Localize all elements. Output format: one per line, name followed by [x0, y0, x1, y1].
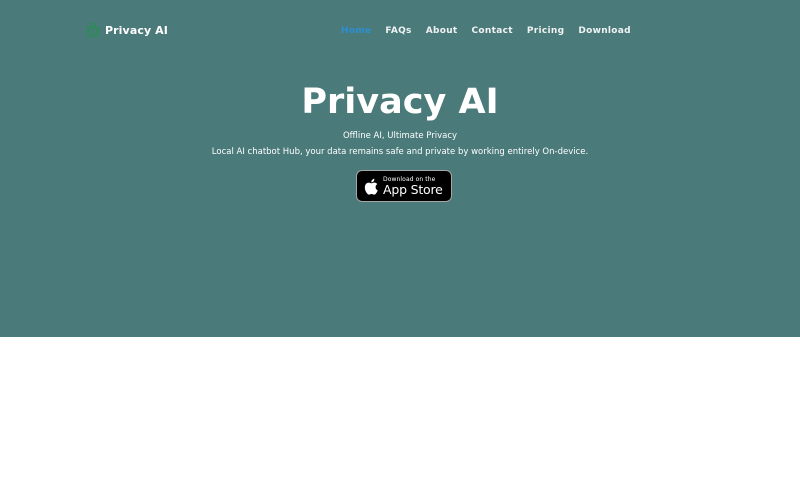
nav-item-home[interactable]: Home — [341, 24, 371, 38]
hero-title: Privacy AI — [301, 82, 499, 122]
hero-section: Privacy AI Home FAQs About Contact Prici… — [0, 0, 800, 337]
hero-subtitle: Local AI chatbot Hub, your data remains … — [211, 147, 589, 157]
brand-logo[interactable]: Privacy AI — [85, 20, 168, 40]
app-store-label: Download on the App Store — [383, 176, 443, 197]
apple-icon — [364, 178, 378, 195]
nav-item-pricing[interactable]: Pricing — [527, 24, 565, 38]
nav-item-faqs[interactable]: FAQs — [385, 24, 411, 38]
nav-item-about[interactable]: About — [426, 24, 458, 38]
bug-icon — [85, 22, 101, 39]
hero-tagline: Offline AI, Ultimate Privacy — [342, 131, 458, 141]
nav-item-contact[interactable]: Contact — [472, 24, 513, 38]
brand-name: Privacy AI — [105, 23, 168, 37]
app-store-big-label: App Store — [383, 181, 443, 197]
app-store-button[interactable]: Download on the App Store — [356, 170, 452, 202]
main-nav: Home FAQs About Contact Pricing Download — [341, 24, 645, 38]
nav-item-download[interactable]: Download — [578, 24, 631, 38]
